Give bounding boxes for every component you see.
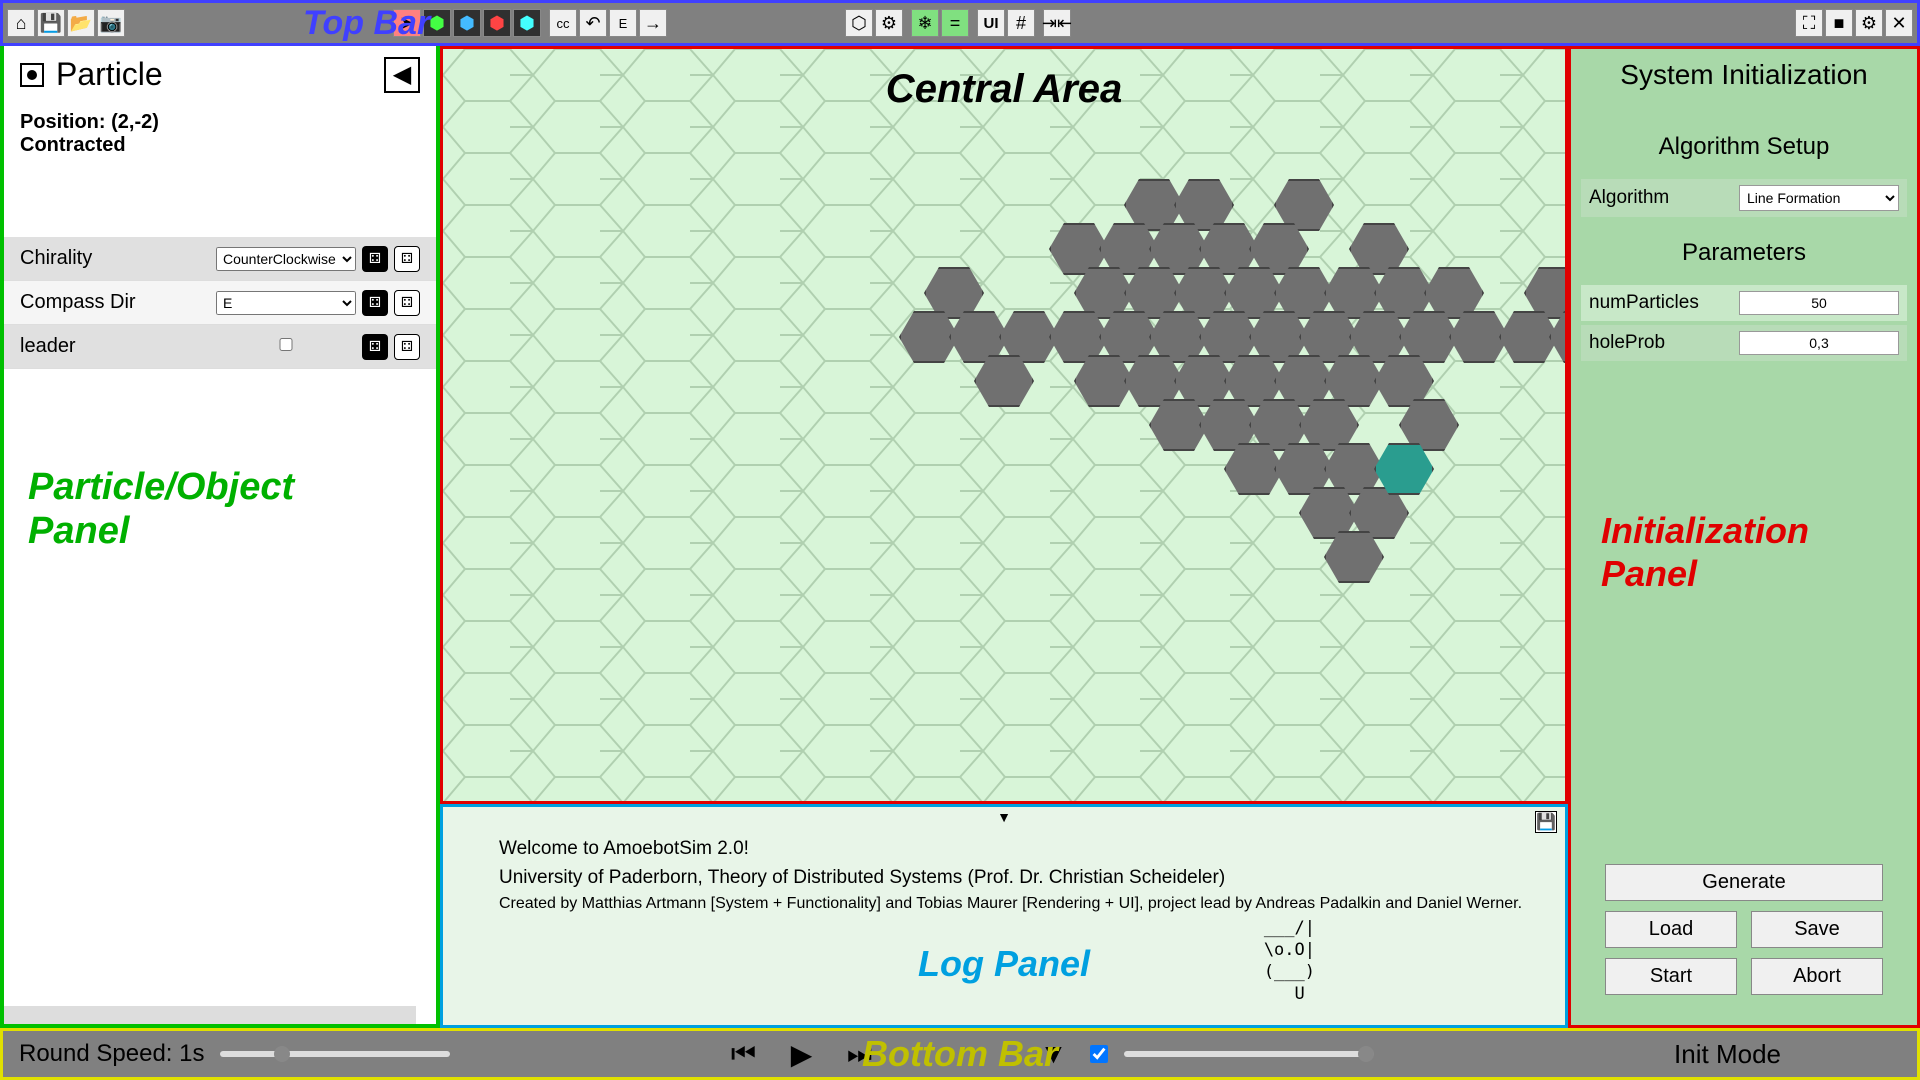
hex-outline-icon[interactable]: ⬡ — [845, 9, 873, 37]
leader-checkbox[interactable] — [216, 338, 356, 351]
right-panel-annotation: InitializationPanel — [1601, 509, 1809, 595]
video-icon[interactable]: ■ — [1825, 9, 1853, 37]
move-hex-icon[interactable]: ⬢ — [513, 9, 541, 37]
home-icon[interactable]: ⌂ — [7, 9, 35, 37]
prop-row-compass: Compass Dir E ⚃ ⚃ — [4, 281, 436, 325]
log-annotation: Log Panel — [918, 943, 1090, 985]
skip-forward-icon[interactable]: ⏭ — [838, 1033, 880, 1075]
snowflake-icon[interactable]: ❄ — [911, 9, 939, 37]
close-icon[interactable]: ✕ — [1885, 9, 1913, 37]
hash-icon[interactable]: # — [1007, 9, 1035, 37]
round-speed-label: Round Speed: 1s — [19, 1040, 204, 1068]
dice-icon[interactable]: ⚃ — [362, 246, 388, 272]
hex-grid-bg — [443, 49, 1565, 801]
open-icon[interactable]: 📂 — [67, 9, 95, 37]
top-bar-annotation: Top Bar — [303, 4, 430, 43]
arrow-right-icon[interactable]: → — [639, 9, 667, 37]
algo-setup-heading: Algorithm Setup — [1581, 133, 1907, 161]
init-title: System Initialization — [1581, 59, 1907, 91]
abort-button[interactable]: Abort — [1751, 958, 1883, 995]
params-heading: Parameters — [1581, 239, 1907, 267]
prop-row-chirality: Chirality CounterClockwise ⚃ ⚃ — [4, 237, 436, 281]
particle-info: Position: (2,-2) Contracted — [4, 103, 436, 177]
algo-row: Algorithm Line Formation — [1581, 179, 1907, 217]
particle-icon — [20, 63, 44, 87]
dice-icon[interactable]: ⚃ — [362, 290, 388, 316]
top-bar: ⌂ 💾 📂 📷 Top Bar ➤ ⬢ ⬢ ⬢ ⬢ cc ↶ E → ⬡ ⚙ ❄… — [0, 0, 1920, 46]
speed-slider[interactable] — [220, 1051, 450, 1057]
algorithm-select[interactable]: Line Formation — [1739, 185, 1899, 211]
prop-row-leader: leader ⚃ ⚃ — [4, 325, 436, 369]
remove-hex-icon[interactable]: ⬢ — [483, 9, 511, 37]
compress-icon[interactable]: ⇥⇤ — [1043, 9, 1071, 37]
jump-end-icon[interactable]: ▼ — [1032, 1033, 1074, 1075]
particle-title: Particle — [56, 56, 163, 93]
ui-button[interactable]: UI — [977, 9, 1005, 37]
camera-icon[interactable]: 📷 — [97, 9, 125, 37]
dice-icon[interactable]: ⚃ — [362, 334, 388, 360]
save-button[interactable]: Save — [1751, 911, 1883, 948]
bottom-bar-annotation: Bottom Bar — [862, 1033, 1058, 1075]
param-row-holeprob: holeProb — [1581, 325, 1907, 361]
load-button[interactable]: Load — [1605, 911, 1737, 948]
timeline-slider[interactable] — [1124, 1051, 1374, 1057]
log-text: Welcome to AmoebotSim 2.0! University of… — [459, 815, 1549, 916]
settings-list-icon[interactable]: ⚙ — [875, 9, 903, 37]
expand-icon[interactable]: ⛶ — [1795, 9, 1823, 37]
numparticles-input[interactable] — [1739, 291, 1899, 315]
equals-icon[interactable]: = — [941, 9, 969, 37]
play-icon[interactable]: ▶ — [780, 1033, 822, 1075]
log-ascii-art: ___/| \o.O| (___) U — [1264, 917, 1315, 1005]
left-panel-annotation: Particle/ObjectPanel — [28, 466, 294, 553]
holeprob-input[interactable] — [1739, 331, 1899, 355]
autoscroll-checkbox[interactable] — [1090, 1045, 1108, 1063]
start-button[interactable]: Start — [1605, 958, 1737, 995]
dice-white-icon[interactable]: ⚃ — [394, 290, 420, 316]
e-button[interactable]: E — [609, 9, 637, 37]
chirality-select[interactable]: CounterClockwise — [216, 247, 356, 271]
save-icon[interactable]: 💾 — [37, 9, 65, 37]
particle-panel: Particle ◀ Position: (2,-2) Contracted C… — [0, 46, 440, 1028]
bottom-bar: Round Speed: 1s ⏮ ▶ ⏭ ▼ Bottom Bar Init … — [0, 1028, 1920, 1080]
gear-icon[interactable]: ⚙ — [1855, 9, 1883, 37]
dice-white-icon[interactable]: ⚃ — [394, 246, 420, 272]
param-row-numparticles: numParticles — [1581, 285, 1907, 321]
skip-back-icon[interactable]: ⏮ — [722, 1033, 764, 1075]
scrollbar-horizontal[interactable] — [4, 1006, 416, 1024]
central-annotation: Central Area — [886, 67, 1122, 112]
collapse-left-icon[interactable]: ◀ — [384, 57, 420, 93]
compass-select[interactable]: E — [216, 291, 356, 315]
add-obj-icon[interactable]: ⬢ — [453, 9, 481, 37]
undo-icon[interactable]: ↶ — [579, 9, 607, 37]
log-panel: ▼ 💾 Welcome to AmoebotSim 2.0! Universit… — [440, 804, 1568, 1028]
dice-white-icon[interactable]: ⚃ — [394, 334, 420, 360]
generate-button[interactable]: Generate — [1605, 864, 1883, 901]
mode-label: Init Mode — [1674, 1039, 1901, 1070]
central-area[interactable]: Central Area — [440, 46, 1568, 804]
cc-button[interactable]: cc — [549, 9, 577, 37]
init-panel: System Initialization Algorithm Setup Al… — [1568, 46, 1920, 1028]
